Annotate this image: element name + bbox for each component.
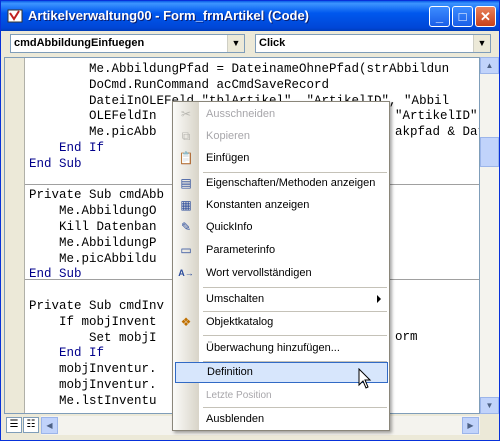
scroll-down-button[interactable]: ▼ — [480, 397, 499, 414]
vertical-scrollbar[interactable]: ▲ ▼ — [480, 57, 499, 414]
menu-item-list-constants[interactable]: ▦ Konstanten anzeigen — [173, 195, 389, 216]
menu-item-label: Umschalten — [206, 293, 265, 305]
menu-item-hide[interactable]: Ausblenden — [173, 409, 389, 430]
menu-item-label: Wort vervollständigen — [206, 267, 312, 279]
menu-item-label: QuickInfo — [206, 221, 253, 233]
object-browser-icon: ❖ — [180, 315, 192, 329]
menu-item-object-browser[interactable]: ❖ Objektkatalog — [173, 312, 389, 333]
menu-item-toggle[interactable]: Umschalten — [173, 289, 389, 310]
quickinfo-icon: ✎ — [180, 220, 192, 234]
code-line-tail: orm — [395, 330, 418, 344]
maximize-button[interactable]: □ — [452, 6, 473, 27]
scroll-right-button[interactable]: ▶ — [462, 417, 479, 434]
mouse-pointer-icon — [358, 368, 372, 389]
menu-item-label: Definition — [207, 366, 253, 378]
menu-item-cut[interactable]: ✂ Ausschneiden — [173, 104, 389, 125]
full-module-view-icon[interactable]: ☷ — [23, 417, 39, 433]
menu-item-add-watch[interactable]: Überwachung hinzufügen... — [173, 338, 389, 359]
menu-item-label: Konstanten anzeigen — [206, 199, 310, 211]
procedure-dropdown-value: Click — [259, 37, 286, 49]
constants-icon: ▦ — [180, 198, 192, 212]
scroll-up-button[interactable]: ▲ — [480, 57, 499, 74]
menu-item-label: Parameterinfo — [206, 244, 276, 256]
title-bar[interactable]: Artikelverwaltung00 - Form_frmArtikel (C… — [1, 1, 499, 31]
window-title: Artikelverwaltung00 - Form_frmArtikel (C… — [28, 8, 310, 23]
menu-item-last-position[interactable]: Letzte Position — [173, 386, 389, 407]
vba-module-icon — [7, 9, 23, 23]
margin-indicator-bar[interactable] — [5, 58, 25, 413]
menu-separator — [203, 287, 387, 288]
menu-item-label: Ausblenden — [206, 413, 265, 425]
paste-icon: 📋 — [178, 151, 194, 165]
object-dropdown-value: cmdAbbildungEinfuegen — [14, 37, 145, 49]
scroll-left-button[interactable]: ◀ — [41, 417, 58, 434]
procedure-dropdown[interactable]: Click ▼ — [255, 34, 491, 53]
cut-icon: ✂ — [180, 107, 192, 121]
menu-item-complete-word[interactable]: A→ Wort vervollständigen — [173, 263, 389, 284]
menu-item-label: Letzte Position — [206, 390, 272, 401]
menu-item-label: Objektkatalog — [206, 316, 274, 328]
menu-item-label: Überwachung hinzufügen... — [206, 342, 340, 354]
parameterinfo-icon: ▭ — [180, 243, 192, 257]
code-line: Me.AbbildungPfad = DateinameOhnePfad(str… — [29, 62, 450, 76]
menu-separator — [203, 407, 387, 408]
menu-item-list-properties-methods[interactable]: ▤ Eigenschaften/Methoden anzeigen — [173, 173, 389, 194]
menu-item-label: Ausschneiden — [206, 108, 276, 120]
copy-icon: ⧉ — [181, 129, 191, 143]
scroll-thumb[interactable] — [480, 137, 499, 167]
procedure-combo-bar: cmdAbbildungEinfuegen ▼ Click ▼ — [1, 31, 499, 55]
close-button[interactable]: ✕ — [475, 6, 496, 27]
menu-item-label: Kopieren — [206, 130, 251, 142]
menu-item-label: Einfügen — [206, 152, 250, 164]
object-dropdown[interactable]: cmdAbbildungEinfuegen ▼ — [10, 34, 245, 53]
complete-word-icon: A→ — [178, 268, 194, 278]
menu-item-copy[interactable]: ⧉ Kopieren — [173, 126, 389, 147]
minimize-button[interactable]: _ — [429, 6, 450, 27]
menu-item-label: Eigenschaften/Methoden anzeigen — [206, 177, 376, 189]
procedure-view-icon[interactable]: ☰ — [6, 417, 22, 433]
code-line-tail: "ArtikelID", "Abbil — [395, 109, 480, 123]
menu-separator — [203, 335, 387, 336]
chevron-down-icon[interactable]: ▼ — [227, 35, 244, 52]
properties-methods-icon: ▤ — [180, 176, 192, 190]
menu-item-parameterinfo[interactable]: ▭ Parameterinfo — [173, 240, 389, 261]
code-line: DoCmd.RunCommand acCmdSaveRecord — [29, 77, 330, 92]
menu-item-paste[interactable]: 📋 Einfügen — [173, 148, 389, 169]
chevron-down-icon[interactable]: ▼ — [473, 35, 490, 52]
submenu-arrow-icon — [377, 295, 381, 303]
menu-item-definition[interactable]: Definition — [175, 362, 388, 383]
menu-item-quickinfo[interactable]: ✎ QuickInfo — [173, 217, 389, 238]
code-line-tail: akpfad & Dat — [395, 125, 480, 139]
